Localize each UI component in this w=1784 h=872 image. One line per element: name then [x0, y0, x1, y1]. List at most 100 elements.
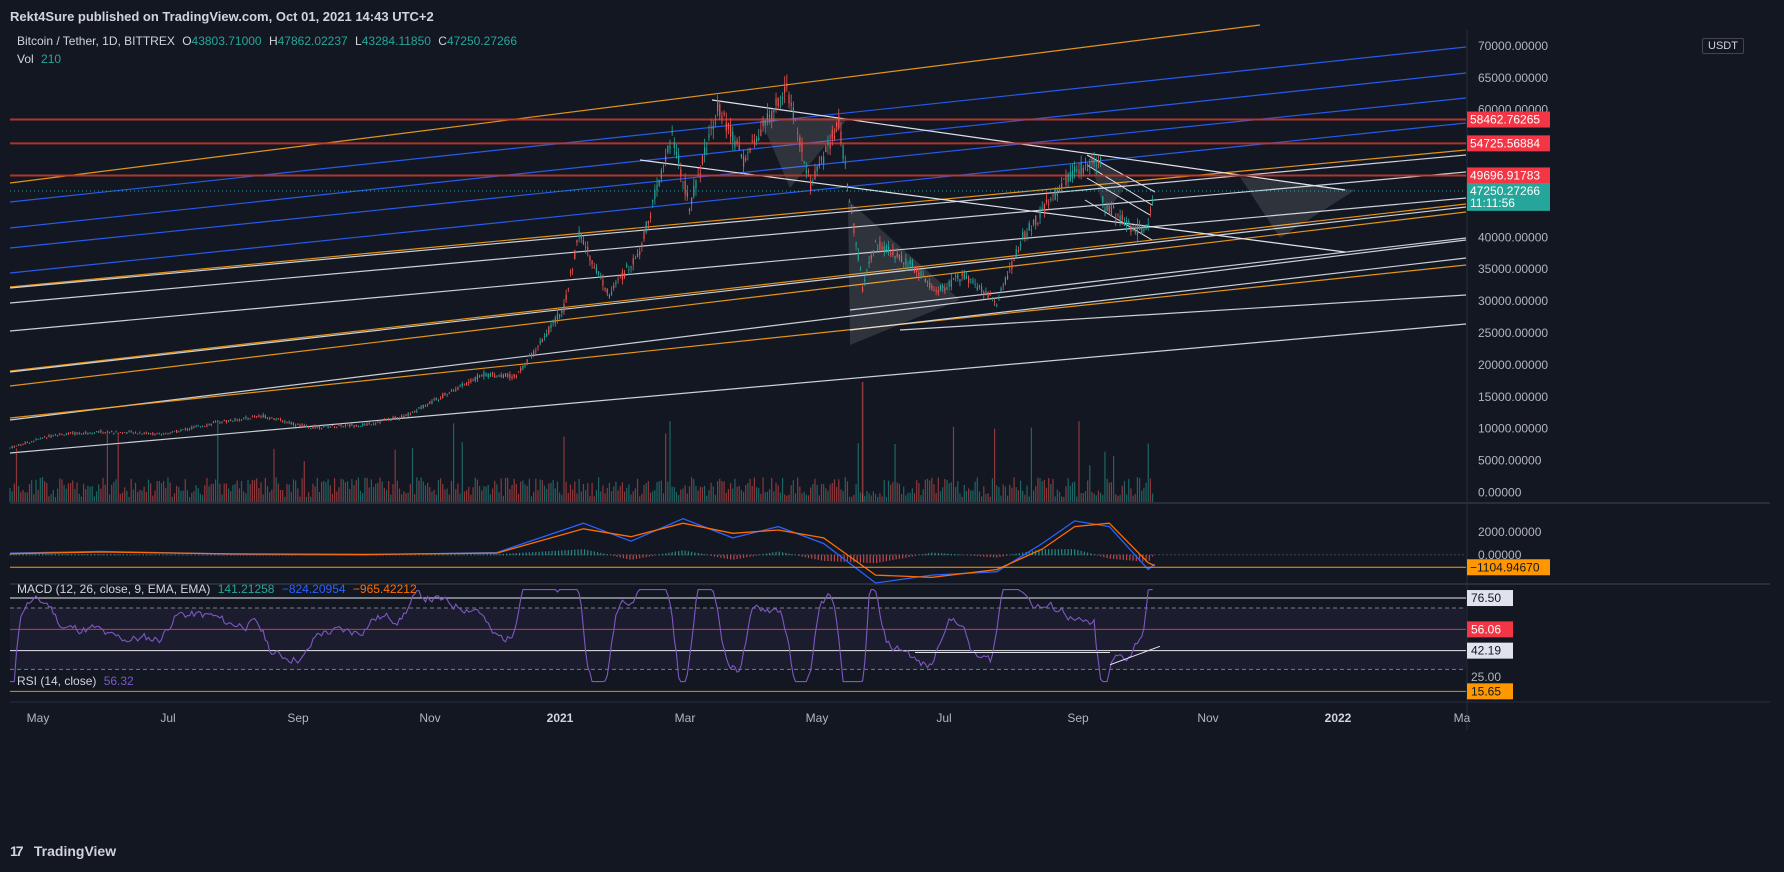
macd-histogram-bar	[19, 554, 21, 556]
volume-bar	[963, 484, 965, 502]
volume-bar	[541, 480, 543, 502]
open-value: 43803.71000	[191, 34, 262, 48]
candle-body	[87, 433, 89, 434]
volume-bar	[169, 482, 171, 502]
macd-histogram-bar	[918, 554, 920, 556]
macd-histogram-bar	[635, 554, 638, 559]
volume-bar	[829, 484, 831, 502]
price-tick-label: 40000.00000	[1478, 230, 1548, 244]
candle-body	[643, 230, 645, 240]
macd-histogram-bar	[655, 554, 657, 556]
macd-histogram-bar	[499, 554, 501, 556]
volume-bar	[245, 493, 247, 502]
macd-histogram-bar	[814, 554, 816, 560]
price-tick-label: 5000.00000	[1478, 454, 1542, 468]
volume-bar	[634, 488, 636, 502]
macd-histogram-bar	[606, 554, 608, 556]
volume-bar	[1147, 443, 1149, 502]
candle-body	[89, 432, 91, 434]
candle-body	[699, 173, 701, 175]
volume-bar	[212, 483, 215, 502]
candle-body	[249, 418, 251, 420]
volume-bar	[336, 491, 338, 502]
volume-bar	[777, 485, 779, 502]
volume-bar	[714, 494, 717, 502]
macd-histogram-bar	[22, 554, 24, 556]
volume-bar	[1017, 490, 1019, 502]
candle-body	[565, 294, 567, 301]
candle-body	[145, 432, 147, 434]
macd-histogram-bar	[460, 554, 462, 556]
volume-bar	[186, 490, 189, 502]
candle-body	[985, 291, 987, 293]
volume-bar	[420, 477, 422, 502]
volume-bar	[459, 493, 461, 502]
volume-bar	[552, 479, 554, 502]
macd-histogram-bar	[1080, 550, 1082, 556]
macd-histogram-bar	[986, 554, 988, 557]
volume-bar	[1091, 492, 1093, 502]
volume-bar	[688, 486, 691, 502]
volume-bar	[1100, 492, 1102, 502]
price-axis-label: 49696.91783	[1470, 168, 1540, 182]
candle-body	[152, 432, 154, 435]
macd-histogram-bar	[613, 554, 615, 557]
candle-body	[137, 433, 139, 435]
volume-bar	[9, 488, 11, 502]
date-tick-label: Mar	[675, 711, 696, 725]
volume-bar	[606, 487, 608, 502]
candle-body	[1030, 229, 1032, 231]
candle-body	[825, 146, 827, 153]
macd-histogram-bar	[548, 551, 550, 556]
volume-bar	[1019, 480, 1022, 502]
candle-body	[881, 246, 883, 250]
candle-body	[377, 422, 379, 423]
macd-histogram-bar	[145, 554, 147, 556]
macd-histogram-bar	[528, 552, 530, 556]
volume-bar	[626, 487, 628, 502]
volume-bar	[154, 490, 156, 502]
candle-body	[262, 414, 264, 418]
volume-bar	[201, 494, 204, 502]
candle-body	[1145, 225, 1147, 230]
candle-body	[963, 271, 965, 279]
volume-bar	[903, 486, 905, 502]
macd-histogram-bar	[684, 550, 686, 556]
volume-bar	[50, 494, 52, 502]
volume-bar	[587, 483, 589, 502]
candle-body	[156, 433, 158, 435]
candle-body	[1028, 223, 1030, 231]
candle-body	[422, 405, 424, 409]
chart-canvas[interactable]: 0.00000 5000.00000 10000.00000 15000.00000 2…	[0, 0, 1784, 872]
candle-body	[201, 426, 204, 428]
candle-body	[290, 422, 292, 425]
volume-bar	[416, 477, 418, 502]
candle-body	[318, 425, 321, 429]
currency-button[interactable]: USDT	[1702, 38, 1744, 54]
candle-body	[437, 399, 440, 401]
macd-histogram-bar	[194, 554, 196, 556]
volume-bar	[437, 479, 440, 502]
volume-bar	[308, 492, 310, 502]
macd-histogram-bar	[54, 554, 57, 556]
macd-histogram-bar	[9, 554, 11, 556]
candle-body	[998, 296, 1000, 298]
date-tick-label: Sep	[1067, 711, 1089, 725]
volume-bar	[846, 481, 849, 502]
candle-body	[864, 279, 866, 282]
volume-bar	[351, 479, 353, 502]
candle-body	[721, 115, 723, 120]
volume-bar	[608, 482, 611, 502]
candle-body	[1002, 285, 1004, 287]
macd-histogram-bar	[512, 553, 514, 556]
macd-histogram-bar	[1129, 554, 1131, 561]
candle-body	[478, 376, 481, 378]
macd-histogram-bar	[791, 554, 793, 556]
volume-bar	[972, 490, 974, 502]
candle-body	[812, 181, 814, 183]
volume-bar	[163, 481, 165, 502]
candle-body	[74, 432, 76, 435]
candle-body	[1009, 265, 1011, 268]
macd-histogram-bar	[191, 554, 193, 556]
volume-bar	[924, 479, 926, 502]
